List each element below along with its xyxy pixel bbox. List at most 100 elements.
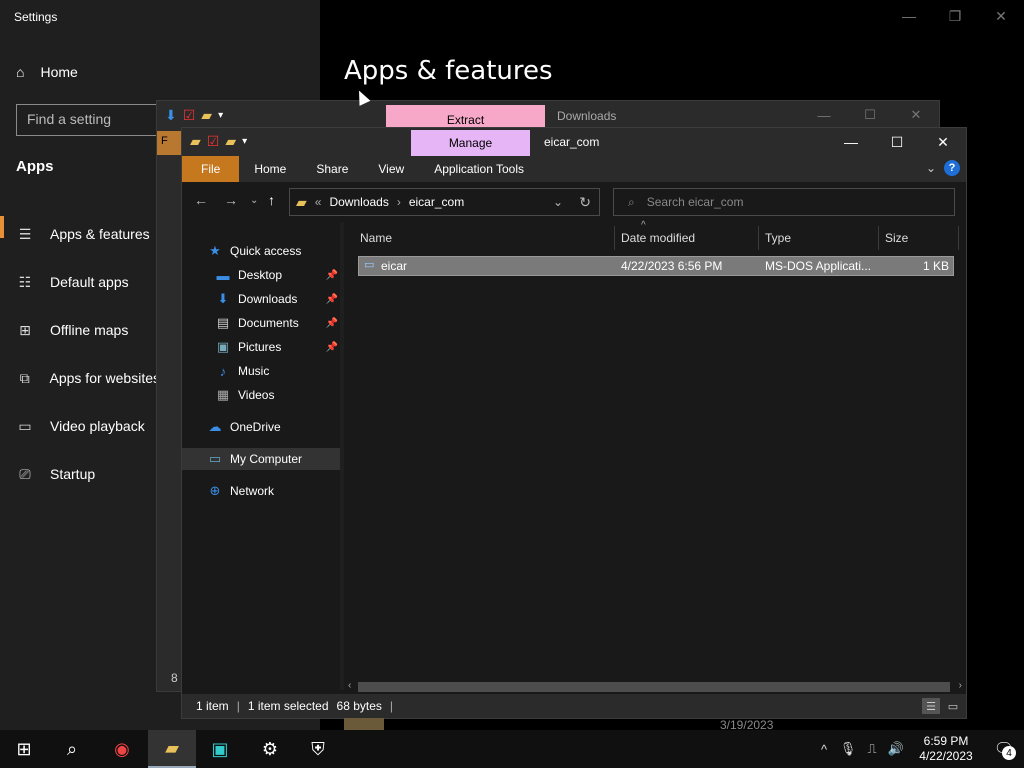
column-header-type[interactable]: Type — [759, 226, 879, 250]
videos-icon: ▦ — [216, 387, 230, 402]
windows-logo-icon: ⊞ — [16, 738, 32, 759]
maximize-icon[interactable]: ☐ — [847, 101, 893, 129]
refresh-icon[interactable]: ↻ — [579, 194, 591, 211]
column-header-name[interactable]: Name — [344, 226, 615, 250]
minimize-icon[interactable]: — — [886, 0, 932, 32]
minimize-icon[interactable]: — — [828, 128, 874, 156]
settings-section-heading: Apps — [16, 158, 54, 175]
settings-nav-default-apps[interactable]: ☷ Default apps — [0, 258, 160, 306]
clock[interactable]: 6:59 PM 4/22/2023 — [914, 734, 978, 764]
settings-button[interactable]: ⚙ — [246, 730, 294, 768]
horizontal-scrollbar[interactable]: ‹ › — [344, 680, 966, 694]
app-button[interactable]: ▣ — [196, 730, 244, 768]
settings-nav-apps-websites[interactable]: ⧉ Apps for websites — [0, 354, 160, 402]
security-button[interactable]: ⛨ — [294, 730, 342, 768]
settings-home-link[interactable]: ⌂ Home — [16, 64, 78, 80]
breadcrumb-overflow[interactable]: « — [315, 195, 322, 209]
chevron-down-icon[interactable]: ▾ — [242, 136, 247, 147]
table-row[interactable]: ▭ eicar 4/22/2023 6:56 PM MS-DOS Applica… — [358, 256, 954, 276]
search-input[interactable]: ⌕ Search eicar_com — [613, 188, 955, 216]
nav-documents[interactable]: ▤ Documents 📌 — [182, 312, 340, 334]
eicar-explorer-window[interactable]: ▰ ☑ ▰ ▾ Manage eicar_com — ☐ ✕ File Home… — [181, 127, 967, 719]
quick-access-toolbar: ▰ ☑ ▰ ▾ — [190, 133, 247, 150]
search-icon: ⌕ — [628, 194, 635, 209]
star-icon: ★ — [209, 243, 221, 258]
settings-nav-startup[interactable]: ⎚ Startup — [0, 450, 160, 498]
breadcrumb-downloads[interactable]: Downloads — [329, 195, 388, 209]
back-arrow-icon[interactable]: ← — [194, 192, 208, 208]
ribbon-right-controls: ⌄ ? — [926, 160, 960, 176]
new-folder-icon[interactable]: ▰ — [225, 133, 236, 150]
search-button[interactable]: ⌕ — [48, 730, 96, 768]
nav-network[interactable]: ⊕ Network — [182, 480, 340, 502]
pin-icon[interactable]: 📌 — [326, 342, 338, 353]
pin-icon[interactable]: 📌 — [326, 270, 338, 281]
settings-nav-offline-maps[interactable]: ⊞ Offline maps — [0, 306, 160, 354]
properties-icon[interactable]: ☑ — [183, 107, 196, 124]
nav-music[interactable]: ♪ Music — [182, 360, 340, 382]
tab-view[interactable]: View — [363, 156, 419, 182]
help-icon[interactable]: ? — [944, 160, 960, 176]
nav-downloads[interactable]: ⬇ Downloads 📌 — [182, 288, 340, 310]
column-header-size[interactable]: Size — [879, 226, 959, 250]
recent-locations-chevron-icon[interactable]: ⌄ — [250, 195, 258, 206]
pin-icon[interactable]: 📌 — [326, 318, 338, 329]
chrome-button[interactable]: ◉ — [98, 730, 146, 768]
tab-application-tools[interactable]: Application Tools — [419, 156, 540, 182]
properties-icon[interactable]: ☑ — [207, 133, 220, 150]
manage-context-tab[interactable]: Manage — [411, 130, 530, 156]
back-file-tab[interactable]: F — [157, 131, 183, 155]
settings-nav-apps-features[interactable]: ☰ Apps & features — [0, 210, 160, 258]
scroll-right-icon[interactable]: › — [959, 680, 962, 691]
nav-onedrive[interactable]: ☁ OneDrive — [182, 416, 340, 438]
nav-label: Desktop — [238, 268, 283, 282]
network-icon: ⊕ — [209, 483, 221, 498]
folder-icon[interactable]: ▰ — [201, 107, 212, 124]
find-setting-input[interactable]: Find a setting — [16, 104, 176, 136]
tab-home[interactable]: Home — [239, 156, 301, 182]
executable-file-icon: ▭ — [364, 259, 375, 271]
close-icon[interactable]: ✕ — [893, 101, 939, 129]
scroll-left-icon[interactable]: ‹ — [348, 680, 351, 691]
extract-context-tab[interactable]: Extract — [386, 105, 545, 129]
address-bar[interactable]: ▰ « Downloads › eicar_com ⌄ ↻ — [289, 188, 600, 216]
microphone-icon[interactable]: 🎙 — [836, 741, 860, 757]
folder-icon: ▰ — [165, 737, 179, 758]
chrome-icon: ◉ — [114, 738, 130, 759]
scrollbar-thumb[interactable] — [358, 682, 950, 692]
up-arrow-icon[interactable]: ↑ — [268, 192, 275, 208]
network-icon[interactable]: ⎍ — [860, 741, 884, 757]
chevron-down-icon[interactable]: ▾ — [218, 110, 223, 121]
minimize-icon[interactable]: — — [801, 101, 847, 129]
restore-icon[interactable]: ❐ — [932, 0, 978, 32]
back-window-title: Downloads — [557, 109, 617, 123]
action-center-button[interactable]: 🗨 4 — [984, 730, 1024, 768]
breadcrumb-eicar-com[interactable]: eicar_com — [409, 195, 464, 209]
address-dropdown-icon[interactable]: ⌄ — [553, 195, 563, 209]
apps-websites-icon: ⧉ — [19, 369, 30, 386]
file-explorer-button[interactable]: ▰ — [148, 730, 196, 768]
nav-my-computer[interactable]: ▭ My Computer — [182, 448, 340, 470]
large-icons-view-icon[interactable]: ▭ — [944, 698, 962, 714]
settings-nav-video-playback[interactable]: ▭ Video playback — [0, 402, 160, 450]
column-header-date-modified[interactable]: Date modified — [615, 226, 759, 250]
nav-desktop[interactable]: ▬ Desktop 📌 — [182, 264, 340, 286]
cloud-icon: ☁ — [208, 419, 222, 434]
folder-icon[interactable]: ▰ — [190, 133, 201, 150]
nav-quick-access[interactable]: ★ Quick access — [182, 240, 340, 262]
details-view-icon[interactable]: ☰ — [922, 698, 940, 714]
volume-icon[interactable]: 🔊 — [884, 741, 908, 757]
start-button[interactable]: ⊞ — [0, 730, 48, 768]
download-arrow-icon[interactable]: ⬇ — [165, 107, 177, 124]
chevron-down-icon[interactable]: ⌄ — [926, 161, 936, 175]
forward-arrow-icon[interactable]: → — [224, 192, 238, 208]
close-icon[interactable]: ✕ — [978, 0, 1024, 32]
pin-icon[interactable]: 📌 — [326, 294, 338, 305]
nav-pictures[interactable]: ▣ Pictures 📌 — [182, 336, 340, 358]
tab-share[interactable]: Share — [301, 156, 363, 182]
tab-file[interactable]: File — [182, 156, 240, 182]
close-icon[interactable]: ✕ — [920, 128, 966, 156]
nav-videos[interactable]: ▦ Videos — [182, 384, 340, 406]
maximize-icon[interactable]: ☐ — [874, 128, 920, 156]
chevron-up-icon[interactable]: ^ — [812, 742, 836, 757]
